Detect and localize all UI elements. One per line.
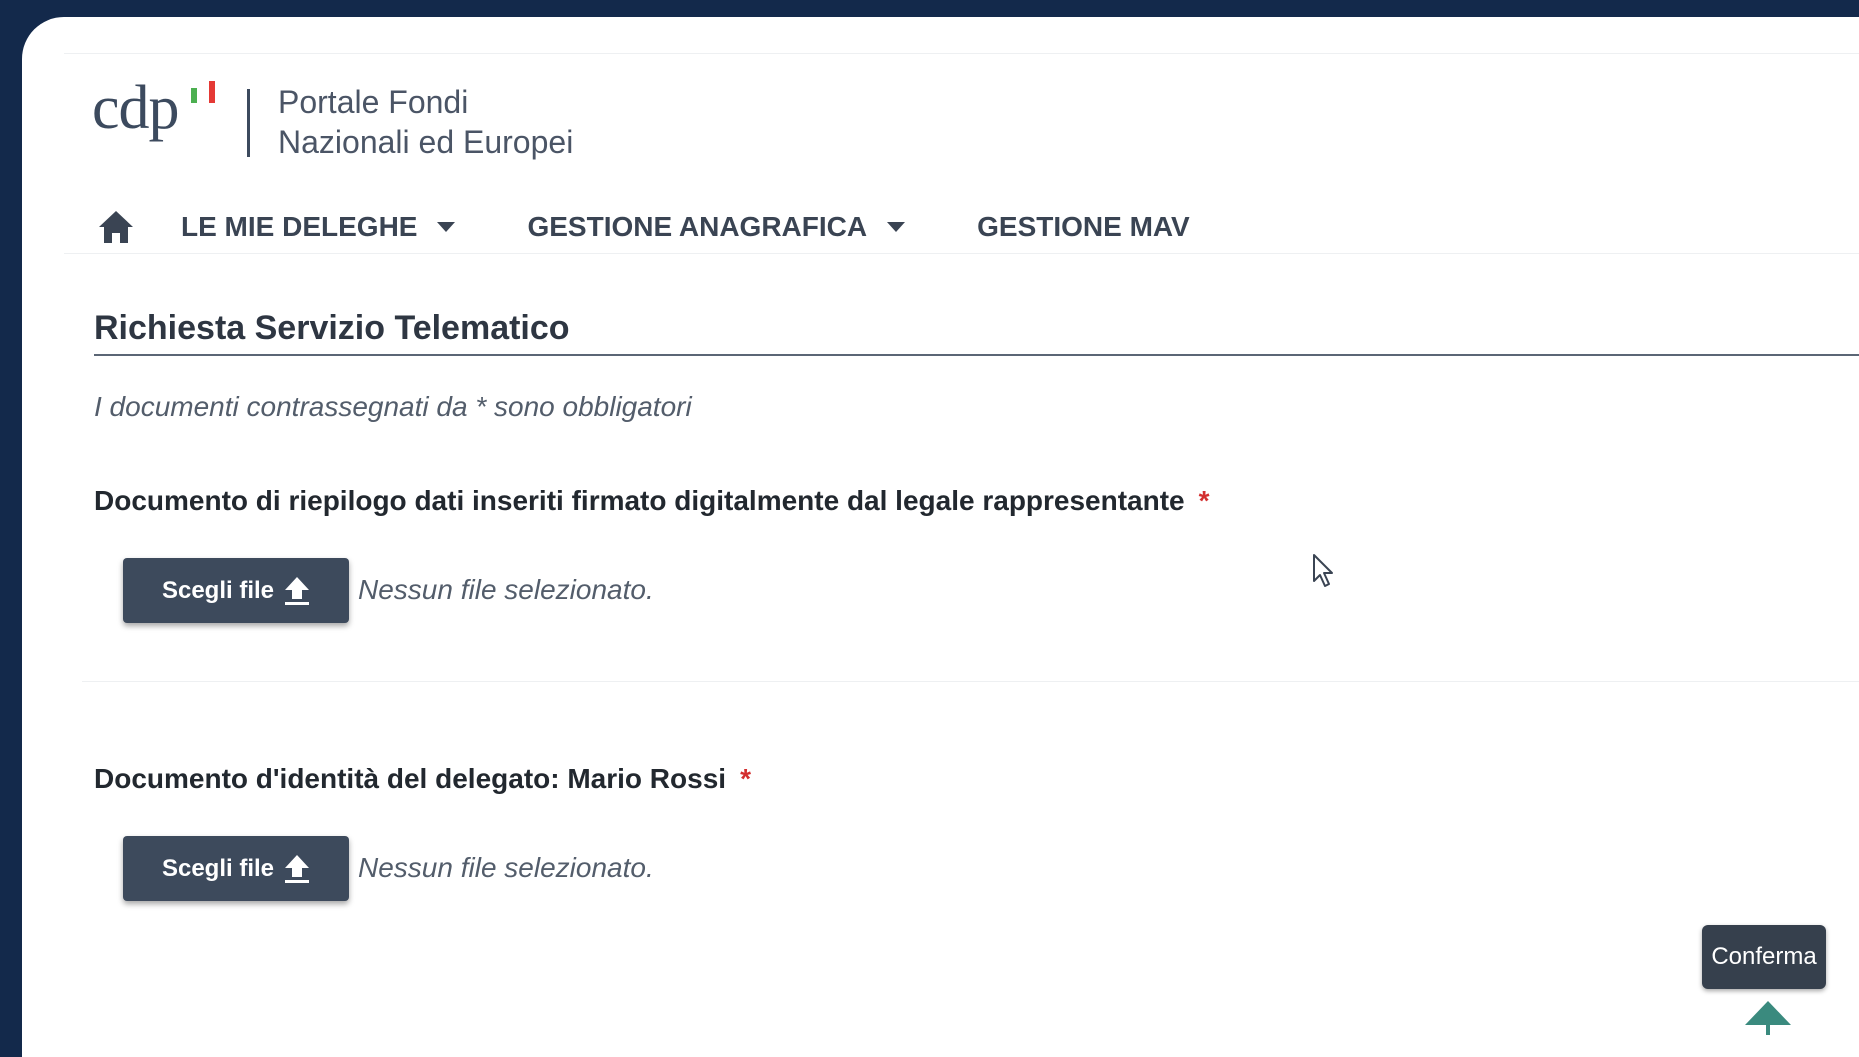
title-rule bbox=[94, 354, 1859, 356]
nav-divider bbox=[64, 253, 1859, 254]
nav-gestione-anagrafica[interactable]: GESTIONE ANAGRAFICA bbox=[527, 211, 906, 243]
page-title: Richiesta Servizio Telematico bbox=[94, 309, 570, 347]
portal-title-line1: Portale Fondi bbox=[278, 84, 469, 120]
upload-icon bbox=[285, 576, 310, 605]
page-card: cdp Portale Fondi Nazionali ed Europei L… bbox=[22, 17, 1859, 1057]
chevron-down-icon bbox=[437, 222, 456, 232]
cdp-logo[interactable]: cdp bbox=[92, 77, 180, 139]
chevron-down-icon bbox=[887, 222, 906, 232]
document-2-label: Documento d'identità del delegato: Mario… bbox=[94, 763, 751, 795]
document-1-label-text: Documento di riepilogo dati inseriti fir… bbox=[94, 485, 1185, 516]
scroll-to-top-icon[interactable] bbox=[1743, 999, 1793, 1035]
portal-title-line2: Nazionali ed Europei bbox=[278, 124, 574, 160]
choose-file-label: Scegli file bbox=[161, 854, 275, 882]
required-hint: I documenti contrassegnati da * sono obb… bbox=[94, 391, 692, 422]
nav-le-mie-deleghe-label: LE MIE DELEGHE bbox=[181, 211, 418, 242]
nav-gestione-anagrafica-label: GESTIONE ANAGRAFICA bbox=[527, 211, 868, 242]
choose-file-button-2[interactable]: Scegli file bbox=[123, 836, 349, 901]
italian-flag-icon bbox=[191, 81, 219, 103]
logo-separator bbox=[247, 89, 250, 157]
section-divider bbox=[82, 681, 1859, 682]
nav-gestione-mav-label: GESTIONE MAV bbox=[977, 211, 1190, 242]
required-mark: * bbox=[1198, 485, 1210, 516]
upload-icon bbox=[285, 854, 310, 883]
document-1-label: Documento di riepilogo dati inseriti fir… bbox=[94, 485, 1210, 517]
required-mark: * bbox=[740, 763, 751, 794]
nav-le-mie-deleghe[interactable]: LE MIE DELEGHE bbox=[181, 211, 456, 243]
confirm-button[interactable]: Conferma bbox=[1702, 925, 1826, 989]
file-status-1: Nessun file selezionato. bbox=[358, 574, 654, 605]
portal-title: Portale Fondi Nazionali ed Europei bbox=[278, 82, 573, 162]
choose-file-label: Scegli file bbox=[161, 576, 275, 604]
choose-file-button-1[interactable]: Scegli file bbox=[123, 558, 349, 623]
mouse-cursor-icon bbox=[1313, 554, 1333, 587]
nav-gestione-mav[interactable]: GESTIONE MAV bbox=[977, 211, 1190, 243]
main-nav: LE MIE DELEGHE GESTIONE ANAGRAFICA GESTI… bbox=[97, 202, 1262, 252]
top-divider bbox=[64, 53, 1859, 54]
file-status-2: Nessun file selezionato. bbox=[358, 852, 654, 883]
home-icon[interactable] bbox=[97, 209, 135, 245]
document-2-label-text: Documento d'identità del delegato: Mario… bbox=[94, 763, 727, 794]
